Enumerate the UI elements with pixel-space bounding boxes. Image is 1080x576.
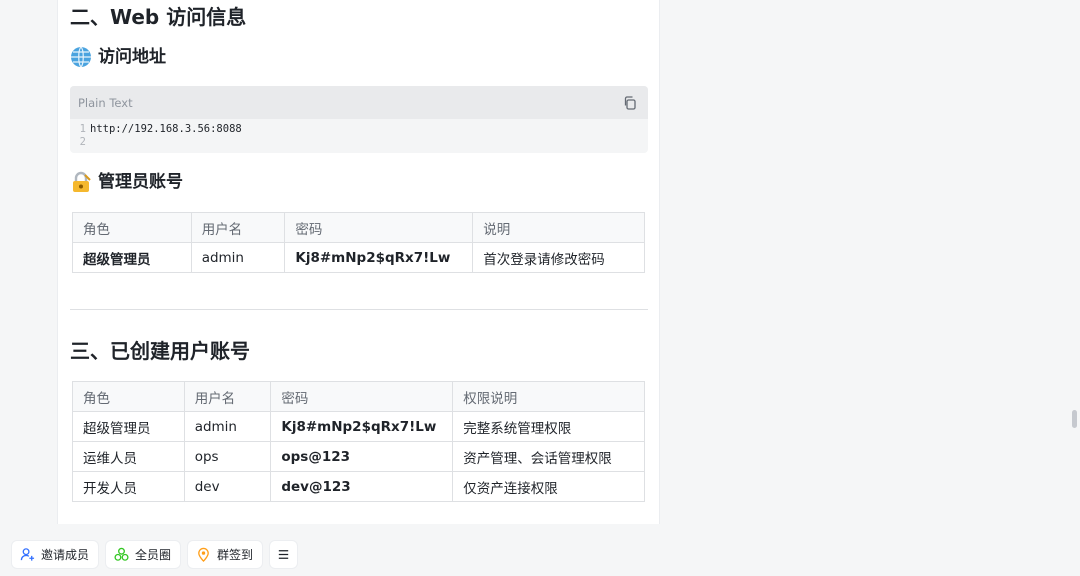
- add-user-icon: [20, 548, 35, 561]
- column-header: 用户名: [190, 212, 286, 243]
- table-cell: admin: [190, 242, 286, 273]
- access-heading-text: 访问地址: [98, 47, 166, 67]
- all-members-circle-button[interactable]: 全员圈: [106, 541, 181, 568]
- invite-members-button[interactable]: 邀请成员: [12, 541, 99, 568]
- table-cell: dev: [183, 471, 272, 502]
- document-page: 二、Web 访问信息 访问地址 Plain Text 1 http://192.…: [57, 0, 660, 524]
- bottom-action-bar: 邀请成员 全员圈 群签到: [12, 541, 298, 568]
- line-number: 1: [79, 123, 86, 135]
- table-row: 超级管理员 admin Kj8#mNp2$qRx7!Lw 首次登录请修改密码: [72, 242, 645, 273]
- code-line: 1 http://192.168.3.56:8088: [70, 123, 648, 136]
- code-block: Plain Text 1 http://192.168.3.56:8088 2: [70, 86, 648, 153]
- hamburger-menu-icon: [278, 550, 289, 559]
- column-header: 说明: [472, 212, 645, 243]
- code-text: http://192.168.3.56:8088: [90, 123, 242, 135]
- globe-icon: [70, 46, 92, 68]
- section-divider: [70, 309, 648, 310]
- table-cell: 超级管理员: [72, 242, 192, 273]
- access-address-heading: 访问地址: [70, 45, 166, 69]
- table-cell: 仅资产连接权限: [452, 471, 645, 502]
- user-account-table: 角色 用户名 密码 权限说明 超级管理员 admin Kj8#mNp2$qRx7…: [72, 381, 645, 502]
- admin-account-heading: 管理员账号: [70, 170, 183, 194]
- column-header: 密码: [270, 381, 454, 412]
- section2-heading: 二、Web 访问信息: [70, 5, 247, 29]
- circle-icon: [114, 547, 129, 561]
- table-cell: 运维人员: [72, 441, 185, 472]
- table-row: 开发人员 dev dev@123 仅资产连接权限: [72, 471, 645, 502]
- code-block-header: Plain Text: [70, 86, 648, 119]
- lock-key-icon: [70, 171, 92, 193]
- table-cell: admin: [183, 411, 272, 442]
- column-header: 用户名: [183, 381, 272, 412]
- table-cell: 首次登录请修改密码: [472, 242, 645, 273]
- table-cell: 资产管理、会话管理权限: [452, 441, 645, 472]
- section3-heading: 三、已创建用户账号: [70, 339, 250, 363]
- column-header: 角色: [72, 212, 192, 243]
- copy-icon[interactable]: [622, 95, 638, 111]
- invite-label: 邀请成员: [41, 548, 90, 562]
- column-header: 权限说明: [452, 381, 645, 412]
- more-menu-button[interactable]: [270, 541, 298, 568]
- table-cell: Kj8#mNp2$qRx7!Lw: [284, 242, 474, 273]
- table-header-row: 角色 用户名 密码 说明: [72, 212, 645, 243]
- location-pin-icon: [198, 547, 209, 562]
- table-cell: Kj8#mNp2$qRx7!Lw: [270, 411, 454, 442]
- table-cell: dev@123: [270, 471, 454, 502]
- table-row: 超级管理员 admin Kj8#mNp2$qRx7!Lw 完整系统管理权限: [72, 411, 645, 442]
- line-number: 2: [79, 136, 86, 148]
- code-language-label[interactable]: Plain Text: [78, 96, 133, 110]
- table-row: 运维人员 ops ops@123 资产管理、会话管理权限: [72, 441, 645, 472]
- scrollbar-thumb[interactable]: [1072, 410, 1077, 428]
- column-header: 角色: [72, 381, 185, 412]
- table-cell: 开发人员: [72, 471, 185, 502]
- table-cell: ops@123: [270, 441, 454, 472]
- code-line: 2: [70, 136, 648, 149]
- table-header-row: 角色 用户名 密码 权限说明: [72, 381, 645, 412]
- table-cell: 完整系统管理权限: [452, 411, 645, 442]
- admin-account-table: 角色 用户名 密码 说明 超级管理员 admin Kj8#mNp2$qRx7!L…: [72, 212, 645, 273]
- table-cell: ops: [183, 441, 272, 472]
- checkin-label: 群签到: [217, 548, 254, 562]
- table-cell: 超级管理员: [72, 411, 185, 442]
- column-header: 密码: [284, 212, 474, 243]
- admin-heading-text: 管理员账号: [98, 172, 183, 192]
- group-checkin-button[interactable]: 群签到: [188, 541, 263, 568]
- code-body[interactable]: 1 http://192.168.3.56:8088 2: [70, 119, 648, 149]
- circle-label: 全员圈: [135, 548, 172, 562]
